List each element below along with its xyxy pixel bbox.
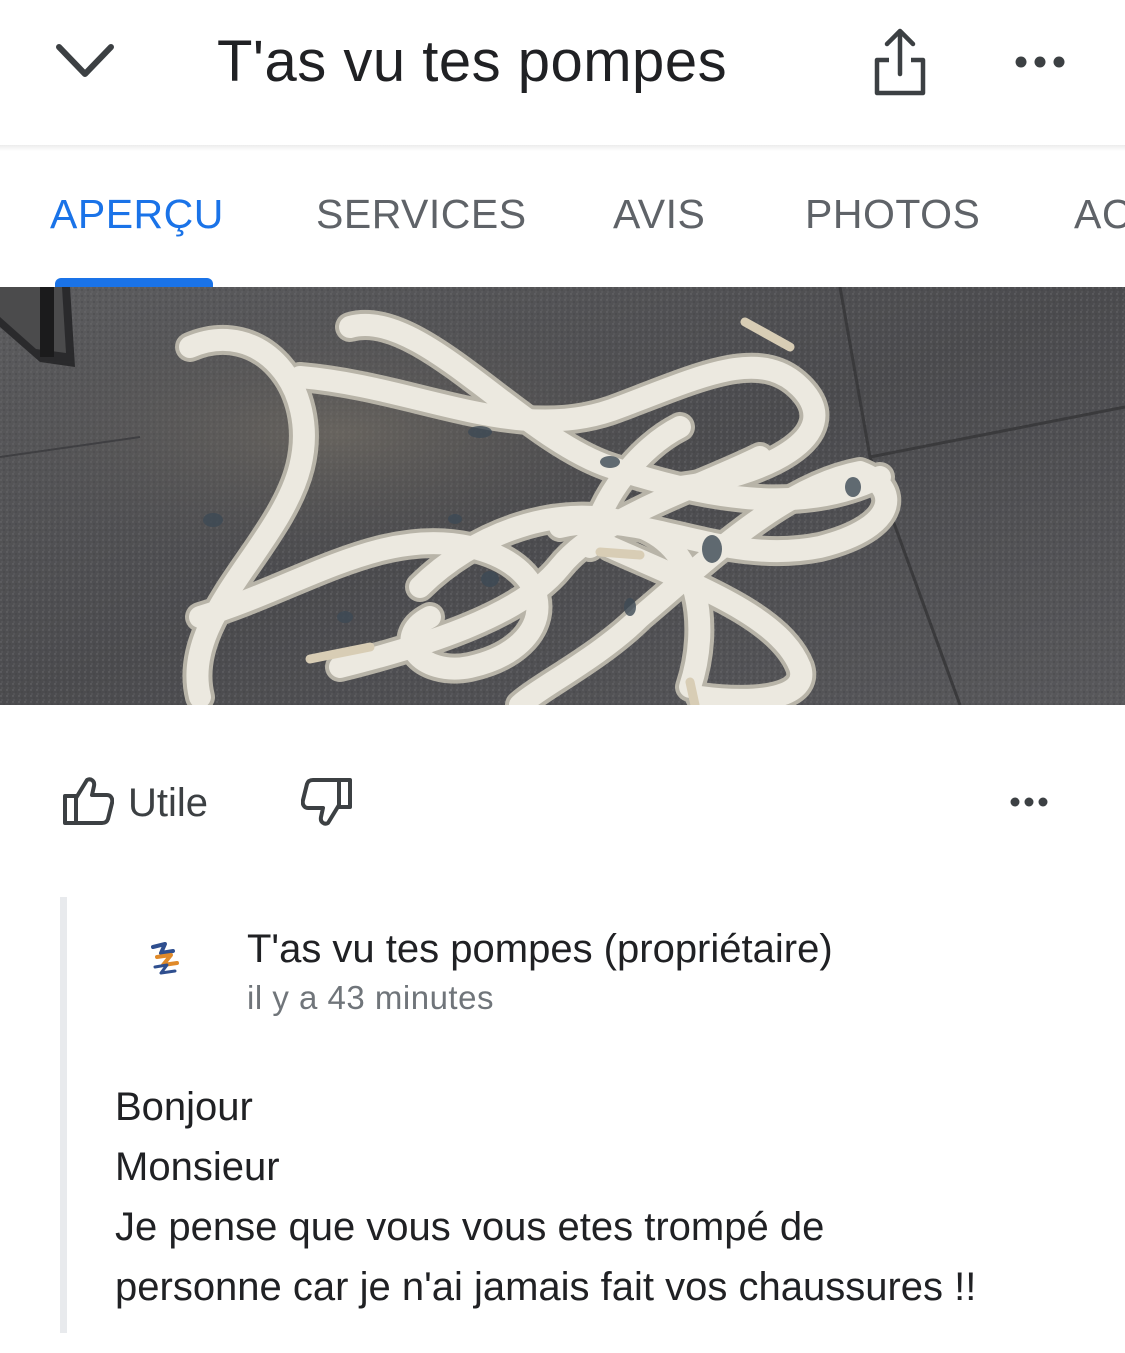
- owner-avatar[interactable]: [137, 929, 193, 985]
- top-bar: T'as vu tes pompes: [0, 0, 1125, 145]
- thumbs-down-icon: [300, 777, 353, 832]
- owner-reply: T'as vu tes pompes (propriétaire) il y a…: [60, 897, 1125, 1333]
- tab-apercu[interactable]: APERÇU: [50, 191, 224, 238]
- reply-line: personne car je n'ai jamais fait vos cha…: [115, 1265, 977, 1309]
- share-icon[interactable]: [868, 26, 932, 98]
- tab-about-truncated[interactable]: AC: [1074, 191, 1125, 238]
- reply-text: Bonjour Monsieur Je pense que vous vous …: [115, 1077, 1115, 1317]
- helpful-label: Utile: [128, 780, 209, 825]
- thumbs-up-icon: [62, 776, 115, 831]
- review-photo[interactable]: [0, 287, 1125, 705]
- tab-photos[interactable]: PHOTOS: [805, 191, 980, 238]
- chevron-down-icon[interactable]: [50, 36, 120, 86]
- review-more-icon[interactable]: [1006, 788, 1052, 816]
- reply-line: Je pense que vous vous etes trompé de: [115, 1205, 825, 1249]
- tab-services[interactable]: SERVICES: [316, 191, 527, 238]
- helpful-button[interactable]: Utile: [62, 776, 208, 830]
- reply-line: Monsieur: [115, 1145, 280, 1189]
- reply-timestamp: il y a 43 minutes: [247, 979, 494, 1016]
- reply-line: Bonjour: [115, 1085, 253, 1129]
- page-title: T'as vu tes pompes: [217, 29, 728, 94]
- reply-owner-name: T'as vu tes pompes (propriétaire): [247, 927, 833, 971]
- tab-bar: APERÇU SERVICES AVIS PHOTOS AC: [0, 151, 1125, 287]
- more-options-icon[interactable]: [1010, 44, 1070, 80]
- not-helpful-button[interactable]: [298, 776, 356, 832]
- tab-avis[interactable]: AVIS: [613, 191, 705, 238]
- active-tab-indicator: [55, 278, 213, 287]
- review-actions: Utile: [0, 760, 1125, 850]
